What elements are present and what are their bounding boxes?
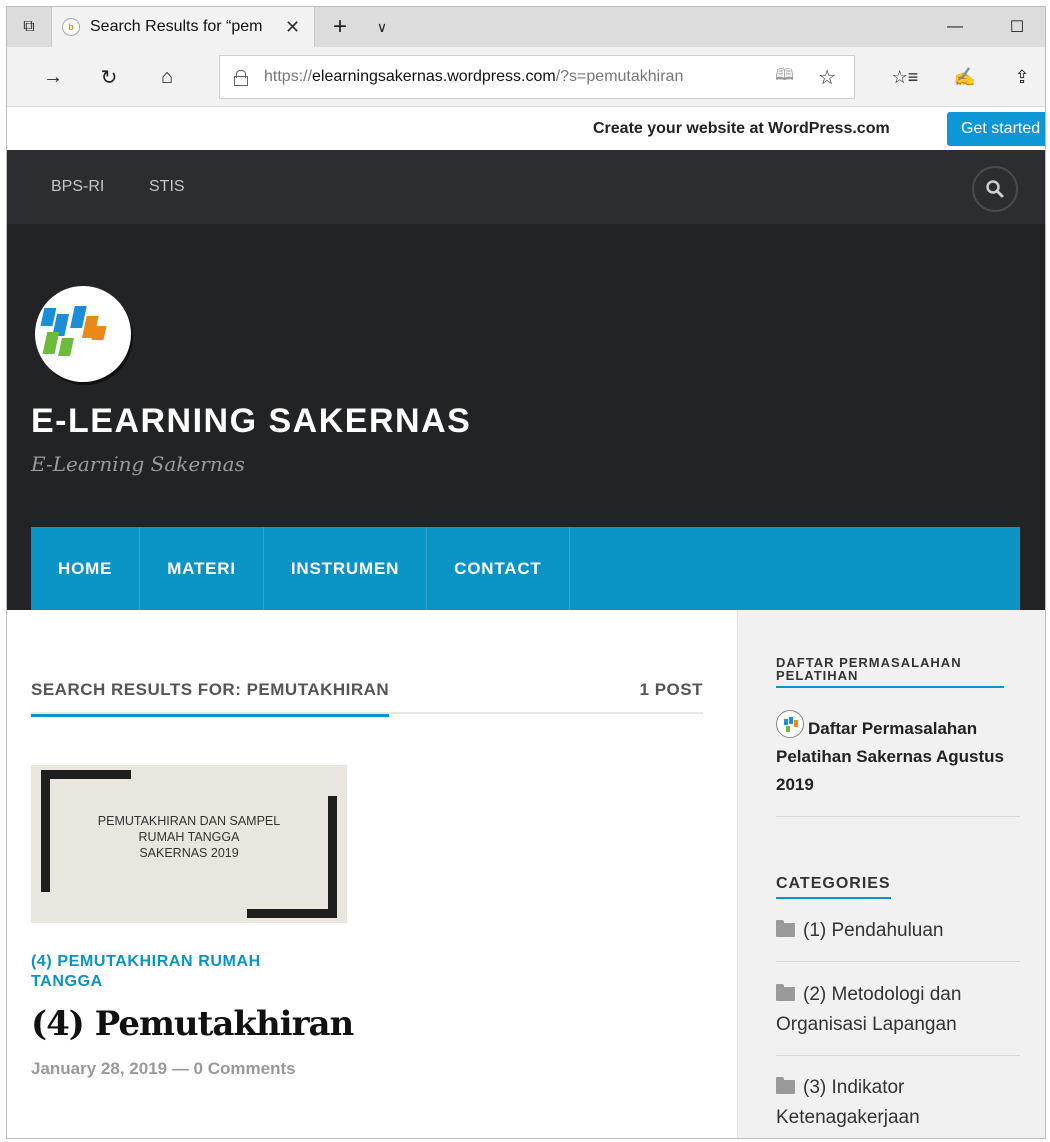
chevron-down-icon[interactable]: ∨ [367, 7, 397, 47]
wordpress-banner: Create your website at WordPress.com Get… [7, 108, 1045, 150]
tab-strip: ⧉ b Search Results for “pem ✕ + ∨ — ☐ [7, 7, 1045, 47]
site-title[interactable]: E-LEARNING SAKERNAS [31, 402, 471, 441]
search-results-title: SEARCH RESULTS FOR: PEMUTAKHIRAN [31, 680, 390, 717]
category-item-pendahuluan[interactable]: (1) Pendahuluan [776, 916, 1016, 946]
home-icon[interactable]: ⌂ [147, 47, 187, 107]
widget-title-categories: CATEGORIES [776, 876, 891, 899]
browser-tab[interactable]: b Search Results for “pem ✕ [51, 7, 315, 47]
post-favicon-icon [776, 710, 804, 738]
pen-icon[interactable]: ✍ [945, 47, 985, 107]
minimize-icon[interactable]: — [927, 7, 983, 47]
wordpress-promo-text[interactable]: Create your website at WordPress.com [593, 120, 890, 138]
address-bar[interactable]: https://elearningsakernas.wordpress.com/… [219, 55, 855, 99]
post-title-link[interactable]: (4) Pemutakhiran [31, 1004, 354, 1044]
bps-logo-icon [40, 306, 107, 356]
divider [776, 816, 1020, 817]
main-navigation: HOME MATERI INSTRUMEN CONTACT [31, 527, 1020, 610]
sidebar: DAFTAR PERMASALAHAN PELATIHAN Daftar Per… [737, 610, 1045, 1138]
top-nav-stis[interactable]: STIS [149, 178, 185, 196]
navigation-bar: → ↻ ⌂ https://elearningsakernas.wordpres… [7, 47, 1045, 107]
arrow-right-icon[interactable]: → [33, 47, 73, 107]
category-item-indikator[interactable]: (3) Indikator Ketenagakerjaan [776, 1073, 1016, 1133]
tab-actions-icon[interactable]: ⧉ [7, 7, 51, 47]
nav-home[interactable]: HOME [31, 527, 141, 610]
divider [776, 961, 1020, 962]
book-icon[interactable]: 🕮 [775, 56, 794, 98]
search-button[interactable] [972, 166, 1018, 212]
site-logo[interactable] [35, 286, 131, 382]
browser-window: ⧉ b Search Results for “pem ✕ + ∨ — ☐ → … [6, 6, 1046, 1139]
search-icon [986, 180, 1004, 198]
get-started-button[interactable]: Get started [947, 112, 1045, 146]
site-tagline: E-Learning Sakernas [31, 452, 245, 476]
tab-title: Search Results for “pem [90, 18, 263, 35]
post-category-link[interactable]: (4) PEMUTAKHIRAN RUMAH TANGGA [31, 952, 331, 992]
post-meta[interactable]: January 28, 2019 — 0 Comments [31, 1059, 296, 1079]
search-results-header: SEARCH RESULTS FOR: PEMUTAKHIRAN 1 POST [31, 680, 703, 717]
category-item-metodologi[interactable]: (2) Metodologi dan Organisasi Lapangan [776, 980, 1016, 1040]
divider [776, 1055, 1020, 1056]
folder-icon [776, 920, 795, 937]
favorites-list-icon[interactable]: ☆≡ [885, 47, 925, 107]
main-content: SEARCH RESULTS FOR: PEMUTAKHIRAN 1 POST … [7, 610, 737, 1138]
nav-contact[interactable]: CONTACT [427, 527, 570, 610]
nav-instrumen[interactable]: INSTRUMEN [264, 527, 428, 610]
refresh-icon[interactable]: ↻ [89, 47, 129, 107]
thumbnail-text: PEMUTAKHIRAN DAN SAMPEL RUMAH TANGGA SAK… [97, 814, 281, 860]
site-top-bar: BPS-RI STIS [7, 150, 1045, 224]
share-icon[interactable]: ⇪ [1002, 47, 1042, 107]
post-thumbnail[interactable]: PEMUTAKHIRAN DAN SAMPEL RUMAH TANGGA SAK… [31, 765, 347, 923]
site-header: E-LEARNING SAKERNAS E-Learning Sakernas … [7, 224, 1045, 610]
folder-icon [776, 1077, 795, 1094]
site-favicon-icon: b [62, 18, 80, 36]
search-results-count: 1 POST [639, 680, 703, 699]
widget-title-daftar: DAFTAR PERMASALAHAN PELATIHAN [776, 656, 1004, 688]
folder-icon [776, 984, 795, 1001]
top-nav-bps-ri[interactable]: BPS-RI [51, 178, 104, 196]
lock-icon [234, 70, 248, 86]
star-icon[interactable]: ☆ [818, 56, 836, 98]
plus-icon[interactable]: + [325, 7, 355, 47]
maximize-icon[interactable]: ☐ [989, 7, 1045, 47]
sidebar-post-link[interactable]: Daftar Permasalahan Pelatihan Sakernas A… [776, 710, 1016, 799]
close-icon[interactable]: ✕ [285, 17, 300, 38]
url-text: https://elearningsakernas.wordpress.com/… [264, 68, 684, 85]
nav-materi[interactable]: MATERI [140, 527, 264, 610]
